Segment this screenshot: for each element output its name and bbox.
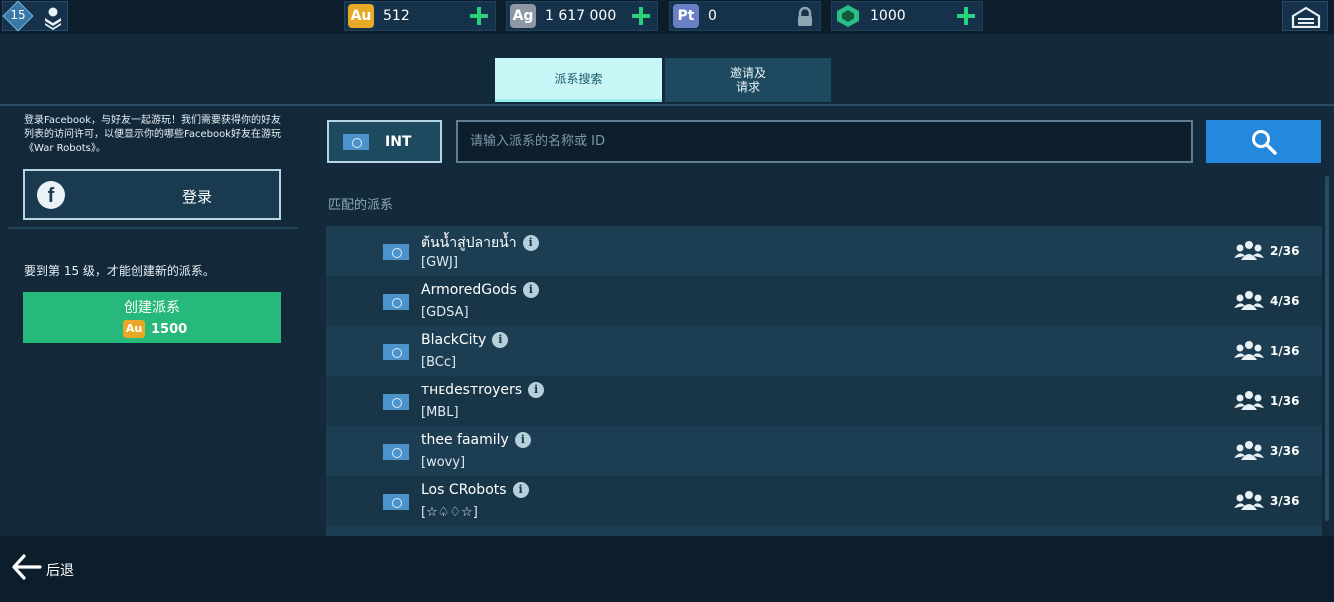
- un-flag-icon: [383, 344, 409, 360]
- facebook-login-button[interactable]: f 登录: [23, 169, 281, 220]
- members-icon: [1234, 440, 1264, 462]
- hex-key-icon: [837, 5, 859, 27]
- matching-clans-title: 匹配的派系: [328, 198, 394, 213]
- add-keys-plus-icon[interactable]: [956, 6, 976, 26]
- members-icon: [1234, 390, 1264, 412]
- members-icon: [1234, 340, 1264, 362]
- clan-name-wrap: ต้นน้ำสู่ปลายน้ำ i: [421, 232, 539, 254]
- player-level[interactable]: 15: [2, 0, 68, 32]
- info-icon[interactable]: i: [522, 235, 539, 251]
- key-value: 1000: [870, 8, 906, 24]
- clan-tag: [MBL]: [421, 405, 459, 420]
- info-icon[interactable]: i: [492, 332, 509, 348]
- create-clan-cost: Au 1500: [123, 319, 187, 339]
- create-clan-button[interactable]: 创建派系 Au 1500: [23, 292, 281, 343]
- add-silver-plus-icon[interactable]: [631, 6, 651, 26]
- silver-value: 1 617 000: [545, 8, 617, 24]
- clan-name-wrap: thee faamily i: [421, 432, 531, 448]
- clan-members-count: 1/36: [1270, 344, 1300, 358]
- clan-tag: [GDSA]: [421, 305, 469, 320]
- gold-au-icon: Au: [123, 320, 145, 338]
- clan-name-wrap: ᴛʜᴇdesᴛroyers i: [421, 382, 545, 398]
- clan-row-partial[interactable]: [326, 526, 1322, 536]
- info-icon[interactable]: i: [512, 482, 529, 498]
- tab-invites-requests-label: 邀请及 请求: [729, 66, 766, 94]
- left-divider: [8, 227, 298, 229]
- clan-name: ᴛʜᴇdesᴛroyers: [421, 382, 523, 398]
- un-flag-icon: [383, 244, 409, 260]
- un-flag-icon: [383, 494, 409, 510]
- info-icon[interactable]: i: [514, 432, 531, 448]
- clan-name-wrap: BlackCity i: [421, 332, 509, 348]
- clan-tag: [BCc]: [421, 355, 457, 370]
- tab-clan-search[interactable]: 派系搜索: [495, 58, 662, 102]
- info-icon[interactable]: i: [528, 382, 545, 398]
- platinum-currency: Pt 0: [669, 1, 821, 31]
- clan-name: ArmoredGods: [421, 282, 517, 298]
- members-icon: [1234, 240, 1264, 262]
- add-gold-plus-icon[interactable]: [469, 6, 489, 26]
- clan-row[interactable]: ArmoredGods i [GDSA] 4/36: [326, 276, 1322, 326]
- clan-search-input[interactable]: [456, 120, 1193, 163]
- gold-au-icon: Au: [348, 4, 374, 28]
- lock-icon[interactable]: [796, 7, 814, 27]
- garage-button[interactable]: [1282, 1, 1328, 31]
- clan-row[interactable]: ต้นน้ำสู่ปลายน้ำ i [GWJ] 2/36: [326, 226, 1322, 276]
- clan-row[interactable]: Los CRobots i [☆♤♢☆] 3/36: [326, 476, 1322, 526]
- create-clan-cost-value: 1500: [151, 321, 188, 337]
- level-requirement-text: 要到第 15 级，才能创建新的派系。: [24, 264, 215, 278]
- search-icon: [1252, 130, 1277, 155]
- tab-clan-search-label: 派系搜索: [554, 71, 603, 86]
- un-flag-icon: [343, 134, 369, 150]
- platinum-pt-icon: Pt: [673, 4, 699, 28]
- silver-ag-icon: Ag: [510, 4, 536, 28]
- gold-currency: Au 512: [344, 1, 496, 31]
- un-flag-icon: [383, 444, 409, 460]
- clan-list[interactable]: ต้นน้ำสู่ปลายน้ำ i [GWJ] 2/36 ArmoredGods i [G…: [326, 226, 1322, 536]
- search-button[interactable]: [1206, 120, 1321, 163]
- clan-name: Los CRobots: [421, 482, 507, 498]
- clan-members-count: 4/36: [1270, 294, 1300, 308]
- region-label: INT: [385, 134, 412, 150]
- back-arrow-icon: [12, 554, 42, 580]
- info-icon[interactable]: i: [522, 282, 539, 298]
- facebook-info-text: 登录Facebook，与好友一起游玩！我们需要获得你的好友列表的访问许可，以便显…: [24, 115, 281, 154]
- rank-chevron-icon: [45, 7, 61, 30]
- silver-currency: Ag 1 617 000: [506, 1, 658, 31]
- un-flag-icon: [383, 294, 409, 310]
- members-icon: [1234, 290, 1264, 312]
- clan-tag: [wovy]: [421, 455, 466, 470]
- clan-members-count: 3/36: [1270, 444, 1300, 458]
- region-selector-button[interactable]: INT: [327, 120, 442, 163]
- clan-list-scrollbar[interactable]: [1325, 176, 1329, 521]
- clan-name-wrap: ArmoredGods i: [421, 282, 539, 298]
- gold-value: 512: [383, 8, 410, 24]
- members-icon: [1234, 490, 1264, 512]
- create-clan-label: 创建派系: [124, 300, 180, 316]
- left-panel: 登录Facebook，与好友一起游玩！我们需要获得你的好友列表的访问许可，以便显…: [0, 106, 316, 536]
- garage-icon: [1291, 6, 1321, 28]
- back-button[interactable]: 后退: [10, 550, 74, 584]
- clan-row[interactable]: thee faamily i [wovy] 3/36: [326, 426, 1322, 476]
- clan-name-wrap: Los CRobots i: [421, 482, 529, 498]
- facebook-login-label: 登录: [181, 188, 212, 206]
- key-currency: 1000: [831, 1, 983, 31]
- clan-members-count: 2/36: [1270, 244, 1300, 258]
- clan-tag: [☆♤♢☆]: [421, 505, 478, 520]
- bottom-bar: 后退: [0, 536, 1334, 602]
- tab-invites-requests[interactable]: 邀请及 请求: [665, 58, 831, 102]
- top-bar: 15 Au 512 Ag 1 617 000 Pt 0 1000: [0, 0, 1334, 34]
- clan-members-count: 3/36: [1270, 494, 1300, 508]
- level-number: 15: [10, 8, 26, 22]
- back-label: 后退: [46, 563, 74, 579]
- un-flag-icon: [383, 394, 409, 410]
- clan-tag: [GWJ]: [421, 255, 458, 270]
- clan-name: BlackCity: [421, 332, 487, 348]
- clan-row[interactable]: ᴛʜᴇdesᴛroyers i [MBL] 1/36: [326, 376, 1322, 426]
- clan-name: thee faamily: [421, 432, 509, 448]
- clan-name: ต้นน้ำสู่ปลายน้ำ: [421, 235, 517, 251]
- platinum-value: 0: [708, 8, 717, 24]
- clan-members-count: 1/36: [1270, 394, 1300, 408]
- clan-row[interactable]: BlackCity i [BCc] 1/36: [326, 326, 1322, 376]
